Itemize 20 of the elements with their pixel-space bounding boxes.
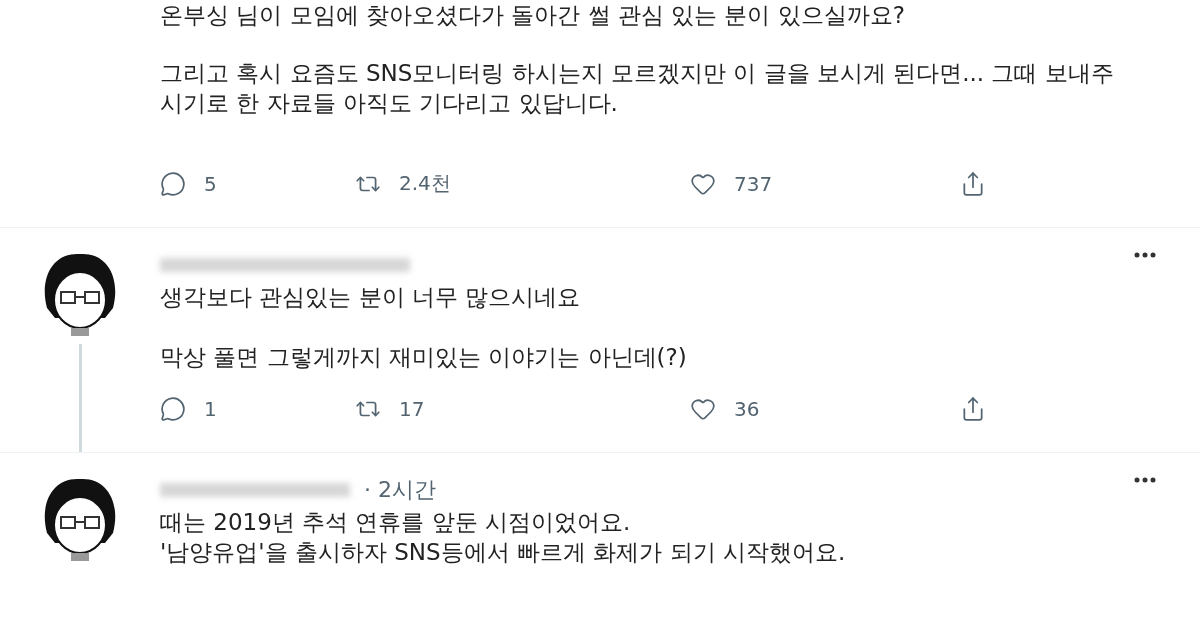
heart-icon — [690, 396, 716, 422]
share-icon — [960, 396, 986, 422]
timestamp: · 2시간 — [364, 476, 436, 504]
retweet-button[interactable]: 17 — [355, 396, 690, 422]
reply-text: 때는 2019년 추석 연휴를 앞둔 시점이었어요. — [160, 508, 632, 537]
tweet-text: 그리고 혹시 요즘도 SNS모니터링 하시는지 모르겠지만 이 글을 보시게 된다면... 그때 보내주시기로 한 자료들 아직도 기다리고 있답니다. — [160, 59, 1115, 118]
speech-bubble-icon — [160, 170, 186, 197]
speech-bubble-icon — [160, 396, 186, 422]
tweet-text: 온부싱 님이 모임에 찾아오셨다가 돌아간 썰 관심 있는 분이 있으실까요? — [160, 1, 906, 30]
reply-button[interactable]: 5 — [160, 170, 355, 197]
reply-text: 생각보다 관심있는 분이 너무 많으시네요 — [160, 283, 582, 312]
reply-text: '남양유업'을 출시하자 SNS등에서 빠르게 화제가 되기 시작했어요. — [160, 538, 847, 567]
like-button[interactable]: 737 — [690, 170, 960, 197]
like-button[interactable]: 36 — [690, 396, 960, 422]
more-icon — [1134, 477, 1156, 483]
more-icon — [1134, 252, 1156, 258]
reply-text: 막상 풀면 그렇게까지 재미있는 이야기는 아닌데(?) — [160, 343, 688, 372]
share-icon — [960, 170, 986, 197]
reply-button[interactable]: 1 — [160, 396, 355, 422]
retweet-button[interactable]: 2.4천 — [355, 170, 690, 197]
